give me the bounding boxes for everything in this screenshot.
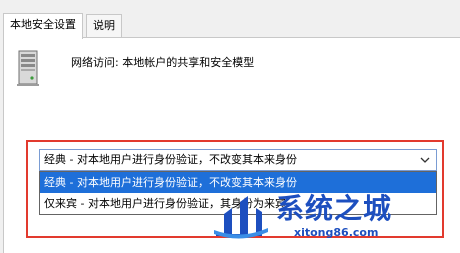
xitong-logo-icon: [214, 196, 268, 239]
select-value: 经典 - 对本地用户进行身份验证，不改变其本来身份: [44, 153, 297, 166]
server-icon: [17, 50, 39, 86]
chevron-down-icon: [420, 157, 430, 163]
policy-label: 网络访问: 本地帐户的共享和安全模型: [71, 56, 255, 69]
tab-local-security-setting[interactable]: 本地安全设置: [3, 13, 83, 39]
sharing-model-select[interactable]: 经典 - 对本地用户进行身份验证，不改变其本来身份: [39, 149, 437, 171]
watermark-title: 系统之城: [276, 192, 393, 225]
watermark-url: xitong86.com: [294, 226, 379, 239]
tab-bar: 本地安全设置 说明: [0, 0, 460, 39]
tab-explain[interactable]: 说明: [86, 14, 122, 37]
